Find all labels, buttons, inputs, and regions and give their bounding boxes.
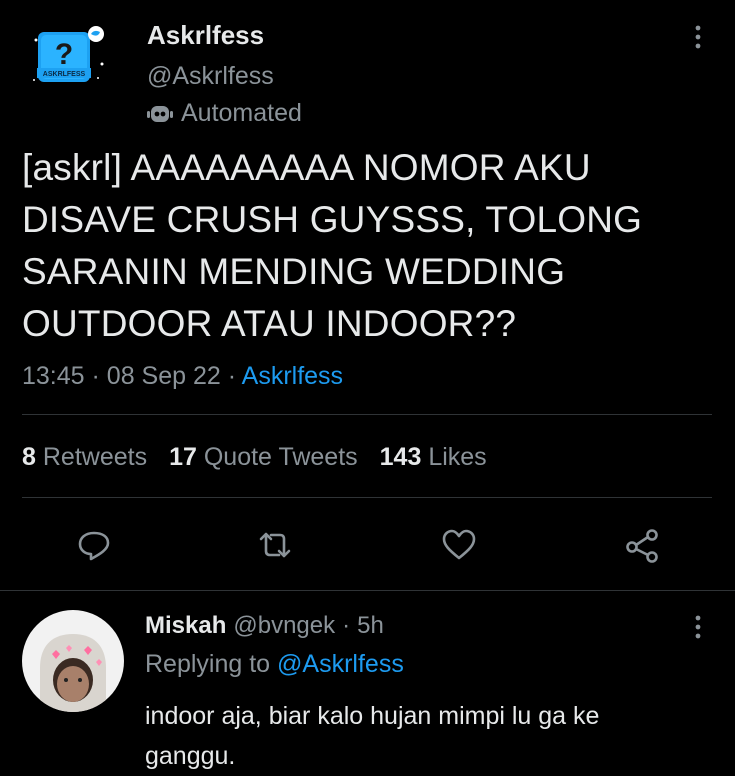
retweets-count: 8 [22,443,36,471]
like-icon [442,529,476,560]
meta-separator: · [227,362,237,390]
likes-count: 143 [379,443,422,471]
avatar-photo-icon [22,610,124,712]
reply-separator: · [342,612,351,639]
tweet-meta: 13:45 · 08 Sep 22 · Askrlfess [22,362,343,391]
tweet-text: [askrl] AAAAAAAAA NOMOR AKU DISAVE CRUSH… [22,147,643,344]
divider [0,590,735,591]
replying-to-handle[interactable]: @Askrlfess [277,650,404,678]
tweet-stats: 8 Retweets 17 Quote Tweets 143 Likes [22,443,509,472]
divider [22,497,712,498]
reply-icon [78,531,110,561]
retweet-button[interactable] [257,527,293,563]
meta-separator: · [91,362,100,390]
retweet-icon [259,532,291,558]
author-name[interactable]: Askrlfess [147,20,264,51]
retweets-label: Retweets [42,443,148,471]
reply-button[interactable] [76,527,112,563]
more-options-icon[interactable] [690,22,706,52]
bot-icon [147,105,173,122]
reply-text: indoor aja, biar kalo hujan mimpi lu ga … [145,702,600,770]
automated-label: Automated [181,99,302,127]
askrlfess-logo-icon: ? ASKRLFESS [33,26,104,82]
tweet-date[interactable]: 08 Sep 22 [107,362,221,390]
quotes-label: Quote Tweets [203,443,358,471]
svg-text:?: ? [55,38,73,71]
replying-to: Replying to @Askrlfess [145,650,404,679]
share-icon [626,529,658,563]
quotes-count: 17 [169,443,197,471]
automated-badge: Automated [147,99,302,128]
like-button[interactable] [441,527,477,563]
tweet-source[interactable]: Askrlfess [242,362,343,390]
retweets-stat[interactable]: 8 Retweets [22,443,147,472]
reply-author-handle[interactable]: @bvngek [233,612,335,640]
svg-text:ASKRLFESS: ASKRLFESS [43,71,86,78]
likes-label: Likes [428,443,487,471]
author-avatar[interactable]: ? ASKRLFESS [32,20,110,98]
reply-header: Miskah @bvngek · 5h [145,612,384,640]
more-options-icon[interactable] [690,612,706,642]
author-handle[interactable]: @Askrlfess [147,62,274,91]
reply-avatar[interactable] [22,610,124,712]
reply-author-name[interactable]: Miskah [145,612,226,640]
share-button[interactable] [624,527,660,563]
divider [22,414,712,415]
tweet-time[interactable]: 13:45 [22,362,85,390]
likes-stat[interactable]: 143 Likes [380,443,487,472]
reply-age[interactable]: 5h [357,612,384,640]
replying-prefix: Replying to [145,650,271,678]
quote-tweets-stat[interactable]: 17 Quote Tweets [169,443,358,472]
